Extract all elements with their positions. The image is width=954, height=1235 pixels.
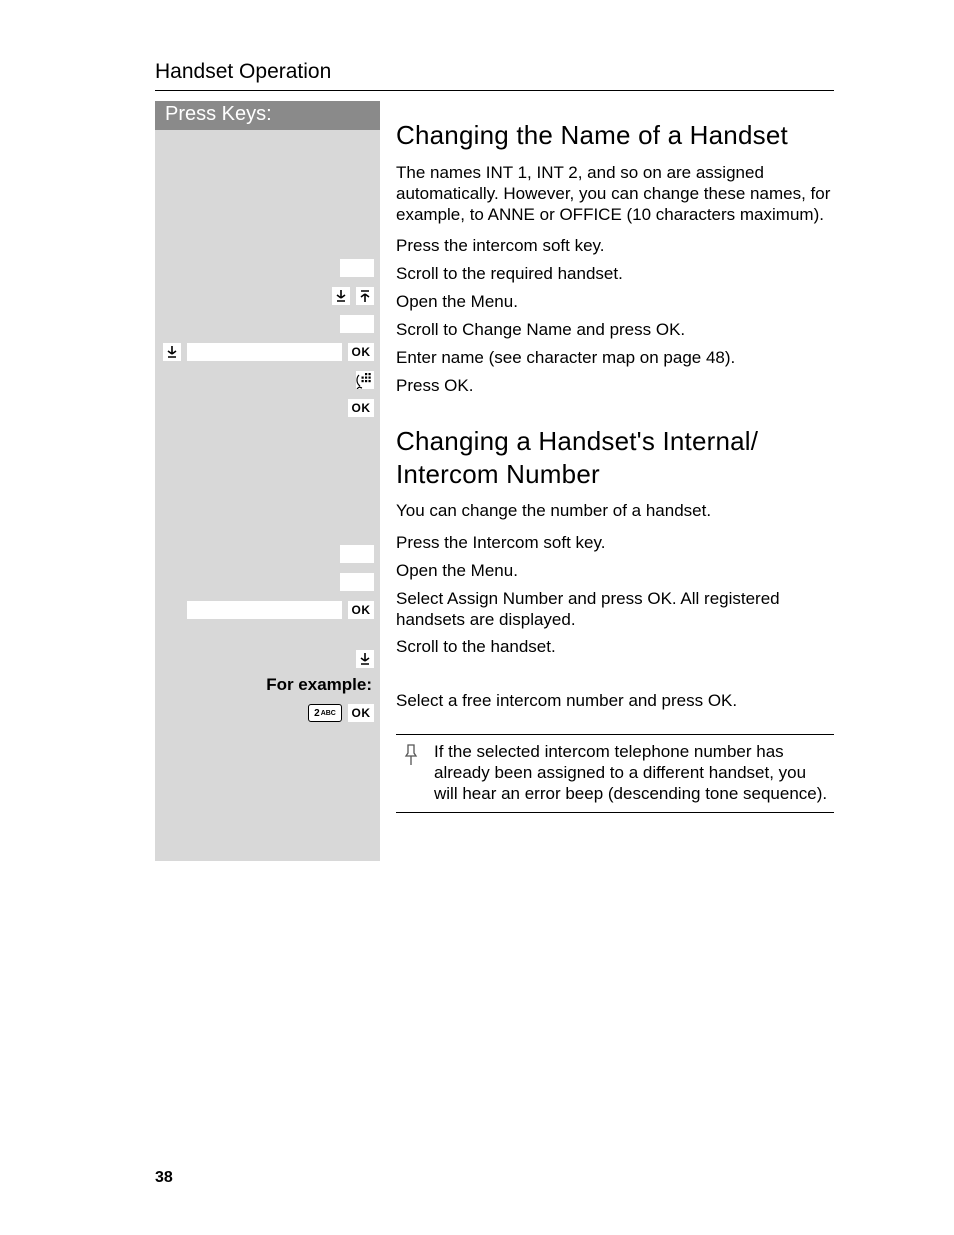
instruction-step: Press the Intercom soft key.	[396, 532, 834, 560]
instruction-step: Press OK.	[396, 375, 834, 403]
key-row	[155, 646, 380, 672]
note-box: If the selected intercom telephone numbe…	[396, 734, 834, 814]
instruction-step: Open the Menu.	[396, 291, 834, 319]
key-row	[155, 254, 380, 282]
two-column-layout: Press Keys:	[155, 101, 834, 861]
key-row	[155, 540, 380, 568]
instruction-step: Scroll to the required handset.	[396, 263, 834, 291]
key-row: OK	[155, 338, 380, 366]
heading-change-number: Changing a Handset's Internal/ Intercom …	[396, 425, 834, 490]
ok-key-icon: OK	[348, 399, 374, 417]
instruction-step: Scroll to the handset.	[396, 636, 834, 664]
for-example-label: For example:	[266, 675, 374, 695]
intro-paragraph: The names INT 1, INT 2, and so on are as…	[396, 162, 834, 226]
display-blank-icon	[187, 601, 342, 619]
ok-key-icon: OK	[348, 343, 374, 361]
softkey-blank-icon	[340, 573, 374, 591]
key-2abc-icon: 2ABC	[308, 704, 342, 722]
instruction-step: Open the Menu.	[396, 560, 834, 588]
instruction-step: Scroll to Change Name and press OK.	[396, 319, 834, 347]
press-keys-sidebar: Press Keys:	[155, 101, 380, 861]
heading-change-name: Changing the Name of a Handset	[396, 119, 834, 152]
ok-key-icon: OK	[348, 704, 374, 722]
key-row: OK	[155, 394, 380, 422]
note-text: If the selected intercom telephone numbe…	[434, 741, 830, 805]
sidebar-title: Press Keys:	[155, 101, 380, 130]
keypad-icon	[356, 371, 374, 389]
instruction-step: Enter name (see character map on page 48…	[396, 347, 834, 375]
instruction-step: Press the intercom soft key.	[396, 235, 834, 263]
softkey-blank-icon	[340, 259, 374, 277]
display-blank-icon	[187, 343, 342, 361]
softkey-blank-icon	[340, 545, 374, 563]
key-row: OK	[155, 596, 380, 624]
intro-paragraph: You can change the number of a handset.	[396, 500, 834, 521]
arrow-up-icon	[356, 287, 374, 305]
running-head: Handset Operation	[155, 60, 834, 91]
ok-key-icon: OK	[348, 601, 374, 619]
key-row: 2ABC OK	[155, 698, 380, 728]
key-row	[155, 568, 380, 596]
arrow-down-icon	[163, 343, 181, 361]
page-number: 38	[155, 1169, 173, 1187]
instruction-step: Select Assign Number and press OK. All r…	[396, 588, 834, 636]
arrow-down-icon	[332, 287, 350, 305]
key-row	[155, 310, 380, 338]
instruction-step: Select a free intercom number and press …	[396, 690, 834, 718]
arrow-down-icon	[356, 650, 374, 668]
main-content: Changing the Name of a Handset The names…	[380, 101, 834, 813]
key-row	[155, 366, 380, 394]
pushpin-icon	[400, 741, 422, 805]
softkey-blank-icon	[340, 315, 374, 333]
key-row	[155, 282, 380, 310]
example-label-row: For example:	[155, 672, 380, 698]
